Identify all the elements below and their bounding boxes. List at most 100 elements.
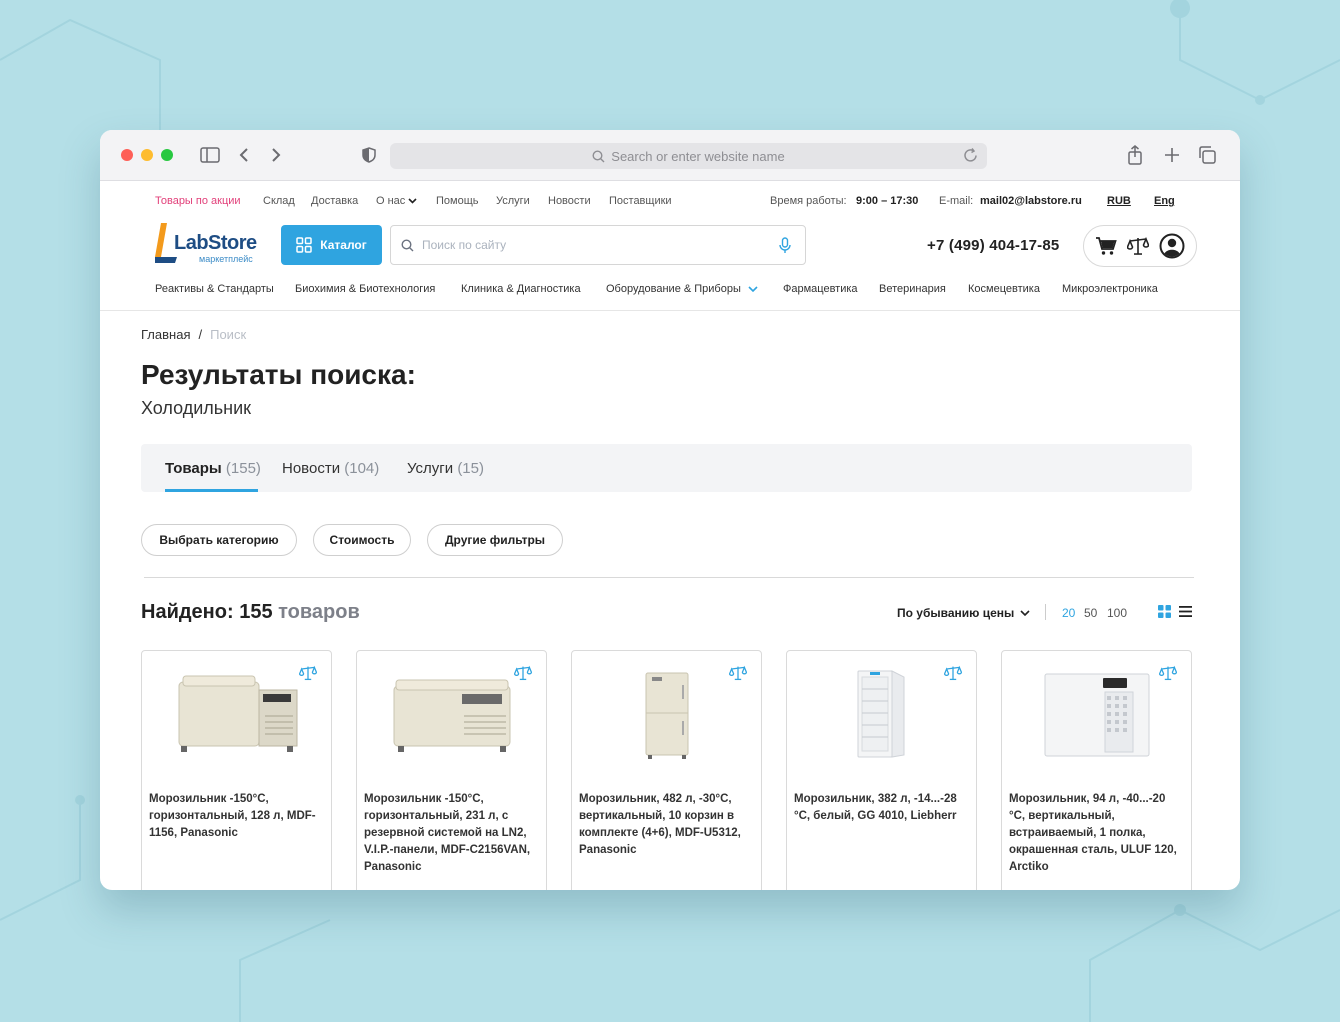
search-query: Холодильник (141, 398, 252, 418)
new-tab-icon[interactable] (1161, 144, 1183, 166)
search-icon (401, 238, 414, 252)
topbar-link-warehouse[interactable]: Склад (263, 195, 295, 207)
compare-scales-icon[interactable] (1127, 236, 1149, 256)
product-image[interactable] (357, 665, 546, 765)
tab-news-count: (104) (344, 460, 380, 477)
grid-icon (296, 237, 312, 253)
topbar-link-about[interactable]: О нас (376, 195, 417, 207)
page-title: Результаты поиска: (141, 359, 416, 390)
result-tabs: Товары (155) Новости (104) Услуги (15) (141, 444, 1192, 492)
list-view-icon[interactable] (1179, 605, 1192, 618)
per-page-50[interactable]: 50 (1084, 606, 1097, 620)
microphone-icon[interactable] (779, 237, 791, 254)
per-page-100[interactable]: 100 (1107, 606, 1127, 620)
product-name[interactable]: Морозильник, 382 л, -14...-28 °C, белый,… (794, 791, 968, 825)
breadcrumb: Главная / Поиск (141, 327, 246, 342)
category-microelectronics[interactable]: Микроэлектроника (1062, 283, 1158, 295)
toolbar-separator (1045, 604, 1046, 620)
promo-link[interactable]: Товары по акции (155, 195, 241, 207)
tab-news[interactable]: Новости (104) (282, 460, 379, 477)
product-image[interactable] (142, 665, 331, 765)
phone-number[interactable]: +7 (499) 404-17-85 (927, 237, 1059, 254)
other-filters-button[interactable]: Другие фильтры (427, 524, 563, 556)
tab-products-count: (155) (225, 460, 261, 477)
site-search-input[interactable]: Поиск по сайту (390, 225, 806, 265)
breadcrumb-home[interactable]: Главная (141, 327, 190, 342)
per-page-20[interactable]: 20 (1062, 606, 1075, 620)
results-count-value: Найдено: 155 (141, 601, 273, 623)
hours-label: Время работы: (770, 195, 847, 207)
logo-text: LabStore (174, 232, 257, 254)
results-count: Найдено: 155 товаров (141, 601, 360, 624)
topbar-link-services[interactable]: Услуги (496, 195, 530, 207)
product-image[interactable] (572, 665, 761, 765)
catalog-button[interactable]: Каталог (281, 225, 382, 265)
results-count-unit: товаров (278, 601, 360, 623)
site-logo[interactable]: LabStore маркетплейс (155, 223, 260, 265)
top-bar: Товары по акции Склад Доставка О нас Пом… (100, 195, 1240, 207)
browser-toolbar: Search or enter website name (100, 130, 1240, 181)
product-name[interactable]: Морозильник -150°C, горизонтальный, 128 … (149, 791, 323, 842)
chevron-down-icon (748, 286, 758, 293)
product-image[interactable] (787, 665, 976, 765)
product-name[interactable]: Морозильник, 94 л, -40...-20 °C, вертика… (1009, 791, 1183, 876)
header-divider (100, 310, 1240, 311)
catalog-label: Каталог (320, 238, 367, 252)
product-name[interactable]: Морозильник -150°C, горизонтальный, 231 … (364, 791, 538, 876)
about-label: О нас (376, 195, 406, 207)
product-card[interactable]: Морозильник, 94 л, -40...-20 °C, вертика… (1001, 650, 1192, 890)
reload-icon[interactable] (962, 147, 979, 164)
product-card[interactable]: Морозильник, 382 л, -14...-28 °C, белый,… (786, 650, 977, 890)
tab-products[interactable]: Товары (155) (165, 460, 261, 477)
back-icon[interactable] (233, 144, 255, 166)
product-card[interactable]: Морозильник -150°C, горизонтальный, 231 … (356, 650, 547, 890)
category-equipment-label: Оборудование & Приборы (606, 283, 741, 295)
share-icon[interactable] (1124, 144, 1146, 166)
topbar-link-news[interactable]: Новости (548, 195, 591, 207)
close-window-button[interactable] (121, 149, 133, 161)
language-selector[interactable]: Eng (1154, 195, 1175, 207)
category-pharma[interactable]: Фармацевтика (783, 283, 858, 295)
category-biochemistry[interactable]: Биохимия & Биотехнология (295, 283, 435, 295)
topbar-link-suppliers[interactable]: Поставщики (609, 195, 672, 207)
search-icon (592, 149, 605, 163)
product-name[interactable]: Морозильник, 482 л, -30°C, вертикальный,… (579, 791, 753, 859)
email-link[interactable]: mail02@labstore.ru (980, 195, 1082, 207)
topbar-link-help[interactable]: Помощь (436, 195, 479, 207)
maximize-window-button[interactable] (161, 149, 173, 161)
currency-selector[interactable]: RUB (1107, 195, 1131, 207)
category-reagents[interactable]: Реактивы & Стандарты (155, 283, 274, 295)
forward-icon[interactable] (265, 144, 287, 166)
tab-services[interactable]: Услуги (15) (407, 460, 484, 477)
sort-dropdown[interactable]: По убыванию цены (897, 606, 1030, 620)
tab-products-label: Товары (165, 460, 222, 477)
address-bar[interactable]: Search or enter website name (390, 143, 987, 169)
product-card[interactable]: Морозильник -150°C, горизонтальный, 128 … (141, 650, 332, 890)
sort-label: По убыванию цены (897, 606, 1015, 620)
category-veterinary[interactable]: Ветеринария (879, 283, 946, 295)
sidebar-toggle-icon[interactable] (199, 144, 221, 166)
tabs-overview-icon[interactable] (1196, 144, 1218, 166)
tab-news-label: Новости (282, 460, 341, 477)
product-card[interactable]: Морозильник, 482 л, -30°C, вертикальный,… (571, 650, 762, 890)
price-filter-button[interactable]: Стоимость (313, 524, 411, 556)
category-equipment[interactable]: Оборудование & Приборы (606, 283, 758, 295)
search-placeholder: Поиск по сайту (422, 238, 507, 252)
filters-divider (144, 577, 1194, 578)
user-account-icon[interactable] (1159, 233, 1185, 259)
product-image[interactable] (1002, 665, 1191, 765)
shield-icon[interactable] (358, 144, 380, 166)
category-filter-button[interactable]: Выбрать категорию (141, 524, 297, 556)
grid-view-icon[interactable] (1158, 605, 1171, 618)
logo-subtitle: маркетплейс (199, 254, 253, 264)
address-bar-placeholder: Search or enter website name (611, 148, 785, 164)
category-clinic[interactable]: Клиника & Диагностика (461, 283, 581, 295)
category-cosmeceutics[interactable]: Космецевтика (968, 283, 1040, 295)
cart-icon[interactable] (1095, 236, 1117, 256)
minimize-window-button[interactable] (141, 149, 153, 161)
user-actions (1083, 225, 1197, 267)
topbar-link-delivery[interactable]: Доставка (311, 195, 358, 207)
chevron-down-icon (408, 198, 417, 204)
chevron-down-icon (1020, 610, 1030, 616)
breadcrumb-separator: / (198, 327, 203, 342)
